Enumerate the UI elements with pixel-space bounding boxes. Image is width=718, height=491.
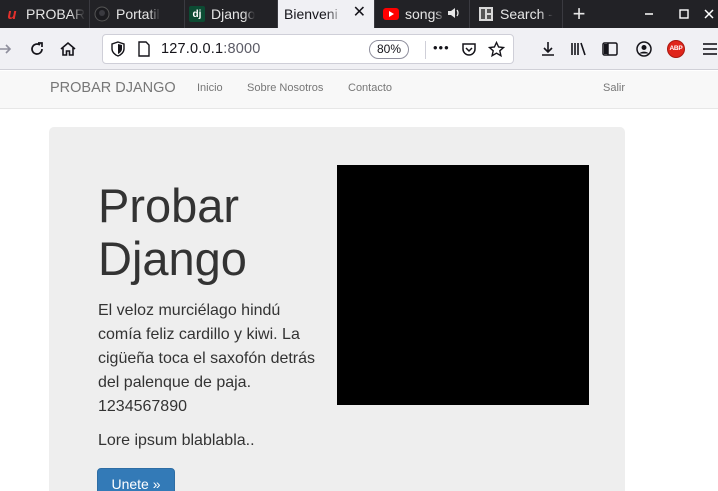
nav-link-sobre-nosotros[interactable]: Sobre Nosotros — [247, 82, 323, 94]
tab-bienvenido[interactable]: Bienveni ✕ — [278, 0, 375, 28]
youtube-icon — [383, 6, 399, 22]
bookmark-star-icon[interactable] — [487, 40, 506, 63]
page-viewport: PROBAR DJANGO Inicio Sobre Nosotros Cont… — [0, 71, 718, 491]
tab-label: Bienveni — [284, 6, 338, 22]
home-button[interactable] — [55, 36, 81, 62]
account-button[interactable] — [631, 36, 657, 62]
tab-django[interactable]: dj Django — [185, 0, 278, 28]
tab-label: PROBAR — [26, 6, 86, 22]
adblock-button[interactable]: ABP — [663, 36, 689, 62]
shield-icon[interactable] — [111, 41, 125, 62]
reload-button[interactable] — [24, 36, 50, 62]
sidebar-button[interactable] — [597, 36, 623, 62]
tab-strip: u PROBAR Portatil dj Django Bienveni ✕ s… — [0, 0, 718, 28]
maximize-icon — [679, 9, 689, 19]
url-bar[interactable]: 127.0.0.1:8000 80% ••• — [102, 34, 514, 64]
pocket-icon[interactable] — [461, 41, 477, 62]
tab-label: Django — [211, 6, 256, 22]
grid-icon — [478, 6, 494, 22]
url-text[interactable]: 127.0.0.1:8000 — [161, 41, 261, 57]
sidebar-icon — [602, 42, 618, 56]
text-line: del palenque de paja. — [98, 374, 252, 391]
account-icon — [636, 41, 652, 57]
close-window-button[interactable] — [700, 0, 718, 28]
tab-label: songs — [405, 6, 443, 22]
url-port: :8000 — [223, 41, 261, 57]
lore-text: Lore ipsum blablabla.. — [98, 432, 255, 449]
tab-portatil[interactable]: Portatil — [90, 0, 185, 28]
page-info-icon[interactable] — [137, 41, 151, 62]
tab-label: Search - — [500, 6, 553, 22]
django-icon: dj — [189, 6, 205, 22]
adblock-icon: ABP — [667, 40, 685, 58]
github-icon — [94, 6, 110, 22]
maximize-button[interactable] — [666, 0, 702, 28]
site-navbar: PROBAR DJANGO Inicio Sobre Nosotros Cont… — [0, 71, 718, 109]
hero-image — [337, 165, 589, 405]
jumbotron-text: El veloz murciélago hindú comía feliz ca… — [98, 299, 330, 419]
navigation-toolbar: 127.0.0.1:8000 80% ••• ABP — [0, 28, 718, 70]
jumbotron: Probar Django El veloz murciélago hindú … — [49, 127, 625, 491]
zoom-level-button[interactable]: 80% — [369, 40, 409, 59]
title-line: Probar — [98, 179, 240, 232]
minimize-icon — [645, 13, 653, 15]
nav-link-salir[interactable]: Salir — [603, 82, 625, 94]
close-tab-icon[interactable]: ✕ — [353, 5, 366, 21]
text-line: cigüeña toca el saxofón detrás — [98, 350, 316, 367]
tab-label: Portatil — [116, 6, 160, 22]
downloads-button[interactable] — [535, 36, 561, 62]
new-tab-button[interactable]: + — [563, 0, 595, 28]
u-brand-icon: u — [7, 5, 17, 23]
title-line: Django — [98, 232, 247, 285]
home-icon — [60, 41, 76, 56]
text-line: 1234567890 — [98, 398, 187, 415]
unete-button[interactable]: Unete » — [97, 468, 175, 491]
forward-arrow-icon — [0, 44, 12, 54]
jumbotron-title: Probar Django — [98, 179, 318, 285]
close-icon — [704, 9, 714, 19]
speaker-icon[interactable] — [447, 6, 461, 20]
forward-button[interactable] — [0, 36, 18, 62]
text-line: comía feliz cardillo y kiwi. La — [98, 326, 300, 343]
page-actions-button[interactable]: ••• — [433, 40, 450, 55]
tab-search[interactable]: Search - — [470, 0, 563, 28]
tab-songs[interactable]: songs — [375, 0, 470, 28]
menu-button[interactable] — [697, 36, 718, 62]
minimize-button[interactable] — [631, 0, 667, 28]
tab-probar[interactable]: u PROBAR — [0, 0, 90, 28]
hamburger-menu-icon — [703, 43, 717, 55]
reload-icon — [31, 42, 43, 55]
text-line: El veloz murciélago hindú — [98, 302, 281, 319]
site-brand[interactable]: PROBAR DJANGO — [50, 80, 176, 96]
download-icon — [542, 42, 554, 56]
url-host: 127.0.0.1 — [161, 41, 224, 57]
nav-link-inicio[interactable]: Inicio — [197, 82, 223, 94]
nav-link-contacto[interactable]: Contacto — [348, 82, 392, 94]
url-separator — [425, 41, 426, 59]
library-icon — [571, 42, 586, 56]
library-button[interactable] — [566, 36, 592, 62]
